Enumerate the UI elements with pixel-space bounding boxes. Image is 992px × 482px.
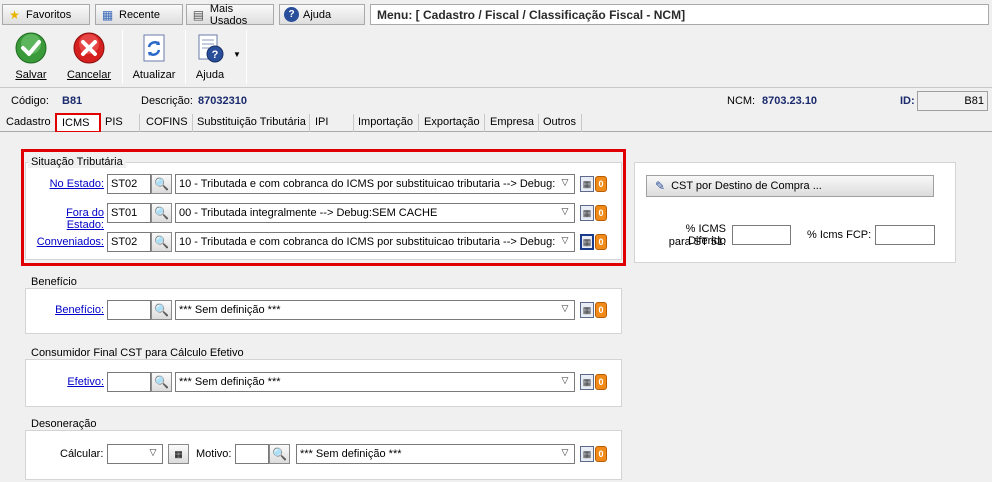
svg-text:?: ? <box>212 49 219 61</box>
consumidor-final-title: Consumidor Final CST para Cálculo Efetiv… <box>28 347 247 359</box>
help-document-icon: ? <box>198 34 224 63</box>
desoneracao-title: Desoneração <box>28 418 100 430</box>
cancelar-button[interactable]: Cancelar <box>64 28 114 86</box>
favoritos-button[interactable]: ★ Favoritos <box>2 4 90 25</box>
chevron-down-icon: ▽ <box>561 375 569 385</box>
atualizar-label: Atualizar <box>132 69 176 81</box>
efetivo-code-field[interactable] <box>107 372 151 392</box>
cancel-icon <box>73 32 105 64</box>
recente-button[interactable]: ▦ Recente <box>95 4 183 25</box>
motivo-label: Motivo: <box>196 448 232 460</box>
efetivo-select[interactable]: *** Sem definição *** ▽ <box>175 372 575 392</box>
calculator-button[interactable]: ▦ <box>168 444 189 464</box>
magnifier-icon: 🔍 <box>154 303 169 317</box>
tab-ipi[interactable]: IPI <box>312 114 354 132</box>
motivo-code-field[interactable] <box>235 444 269 464</box>
ajuda-nav-button[interactable]: ? Ajuda <box>279 4 365 25</box>
document-icon: ▤ <box>192 7 205 22</box>
chevron-down-icon: ▽ <box>561 447 569 457</box>
edit-icon: ✎ <box>655 179 666 193</box>
calculator-icon[interactable]: ▦ <box>580 374 594 390</box>
refresh-icon <box>143 34 165 62</box>
efetivo-select-value: *** Sem definição *** <box>179 376 281 388</box>
icms-fcp-label: % Icms FCP: <box>807 229 872 241</box>
tab-pis[interactable]: PIS <box>102 114 140 132</box>
ajuda-button[interactable]: ? Ajuda <box>192 28 228 86</box>
motivo-search-button[interactable]: 🔍 <box>269 444 290 464</box>
ncm-label: NCM: <box>727 95 756 107</box>
cst-destino-label: CST por Destino de Compra ... <box>671 180 822 192</box>
calculator-icon[interactable]: ▦ <box>580 302 594 318</box>
beneficio-code-field[interactable] <box>107 300 151 320</box>
tab-icms[interactable]: ICMS <box>55 113 101 133</box>
icms-tab-content: Situação Tributária No Estado: ST02 🔍 10… <box>0 132 992 482</box>
chevron-down-icon: ▽ <box>561 303 569 313</box>
favoritos-label: Favoritos <box>26 8 72 21</box>
tab-exportacao[interactable]: Exportação <box>421 114 485 132</box>
ajuda-nav-label: Ajuda <box>303 8 332 21</box>
descricao-label: Descrição: <box>141 95 193 107</box>
tab-cadastro[interactable]: Cadastro <box>3 114 56 132</box>
mais-usados-button[interactable]: ▤ Mais Usados <box>186 2 274 27</box>
toolbar: Salvar Cancelar Atualizar ? Ajuda ▼ <box>0 28 992 88</box>
help-icon: ? <box>284 7 299 22</box>
ncm-value: 8703.23.10 <box>762 95 818 107</box>
id-field[interactable]: B81 <box>917 91 988 111</box>
beneficio-select[interactable]: *** Sem definição *** ▽ <box>175 300 575 320</box>
star-icon: ★ <box>9 7 20 22</box>
count-badge: 0 <box>595 446 607 462</box>
magnifier-icon: 🔍 <box>154 375 169 389</box>
count-badge: 0 <box>595 374 607 390</box>
salvar-button[interactable]: Salvar <box>10 28 52 86</box>
check-icon <box>15 32 47 64</box>
beneficio-link[interactable]: Benefício: <box>28 304 104 316</box>
tab-importacao[interactable]: Importação <box>355 114 419 132</box>
tab-cofins[interactable]: COFINS <box>143 114 193 132</box>
icms-diferido-field[interactable] <box>732 225 791 245</box>
recente-label: Recente <box>119 8 160 21</box>
magnifier-icon: 🔍 <box>272 447 287 461</box>
descricao-value: 87032310 <box>198 95 247 107</box>
codigo-label: Código: <box>11 95 49 107</box>
salvar-label: Salvar <box>15 69 47 81</box>
chevron-down-icon: ▽ <box>149 447 157 457</box>
calculator-icon[interactable]: ▦ <box>580 446 594 462</box>
mais-usados-label: Mais Usados <box>209 2 248 27</box>
icms-diferido-label-2: para ST 51: <box>668 236 726 248</box>
cancelar-label: Cancelar <box>66 69 112 81</box>
atualizar-button[interactable]: Atualizar <box>130 28 178 86</box>
efetivo-search-button[interactable]: 🔍 <box>151 372 172 392</box>
ajuda-dropdown-icon[interactable]: ▼ <box>233 50 241 59</box>
efetivo-link[interactable]: Efetivo: <box>28 376 104 388</box>
motivo-select-value: *** Sem definição *** <box>300 448 402 460</box>
calcular-label: Cálcular: <box>60 448 104 460</box>
calcular-select[interactable]: ▽ <box>107 444 163 464</box>
count-badge: 0 <box>595 302 607 318</box>
menu-breadcrumb: Menu: [ Cadastro / Fiscal / Classificaçã… <box>370 4 989 25</box>
beneficio-title: Benefício <box>28 276 80 288</box>
toolbar-separator <box>246 30 247 84</box>
tab-empresa[interactable]: Empresa <box>487 114 539 132</box>
codigo-value: B81 <box>62 95 83 107</box>
tab-outros[interactable]: Outros <box>540 114 582 132</box>
icms-fcp-field[interactable] <box>875 225 935 245</box>
tab-substituicao-tributaria[interactable]: Substituição Tributária <box>194 114 310 132</box>
calculator-icon: ▦ <box>174 448 183 459</box>
cst-destino-button[interactable]: ✎ CST por Destino de Compra ... <box>646 175 934 197</box>
highlight-box <box>21 149 626 266</box>
id-label: ID: <box>900 95 915 107</box>
motivo-select[interactable]: *** Sem definição *** ▽ <box>296 444 575 464</box>
recent-icon: ▦ <box>101 7 114 22</box>
toolbar-separator <box>185 30 186 84</box>
tab-bar: Cadastro ICMS PIS COFINS Substituição Tr… <box>0 113 992 133</box>
toolbar-separator <box>122 30 123 84</box>
ajuda-label: Ajuda <box>195 69 225 81</box>
beneficio-search-button[interactable]: 🔍 <box>151 300 172 320</box>
beneficio-select-value: *** Sem definição *** <box>179 304 281 316</box>
